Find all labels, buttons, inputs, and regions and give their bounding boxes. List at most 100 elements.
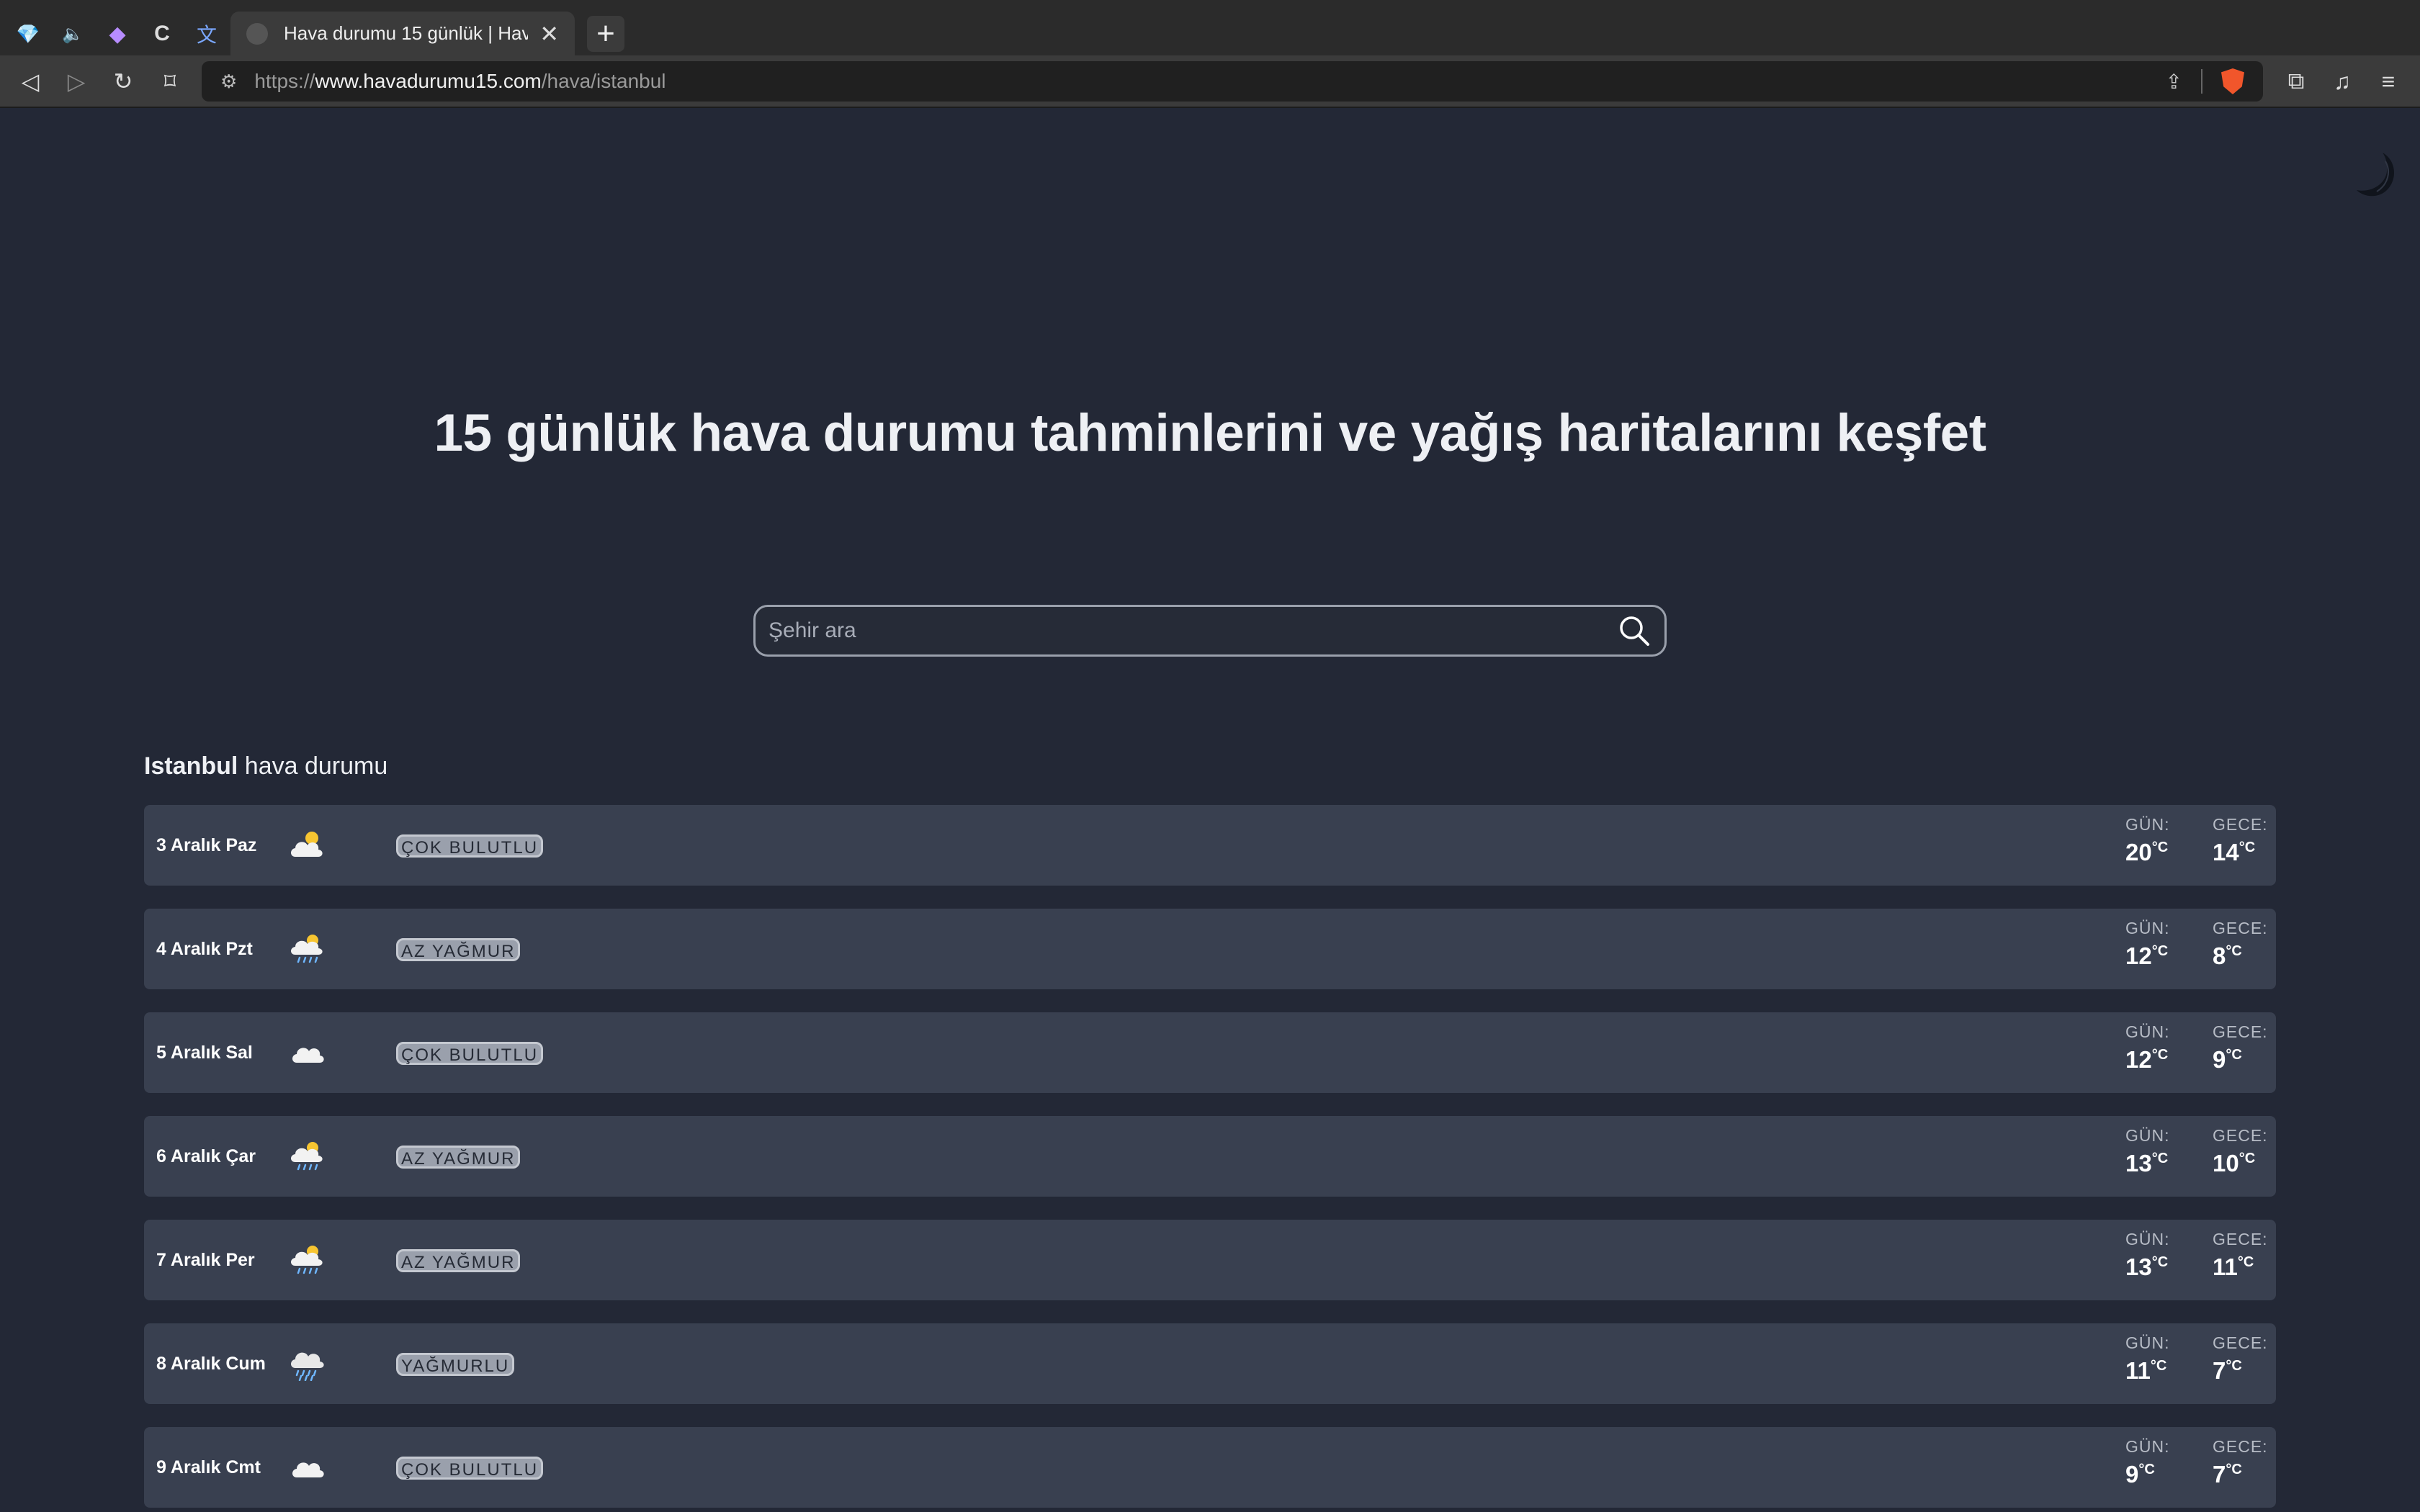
night-temp-value: 14°C [2213,839,2277,866]
day-temp-number: 12 [2125,1046,2152,1073]
day-temperature: GÜN: 13°C [2125,1126,2190,1177]
night-temp-label: GECE: [2213,1437,2268,1456]
night-temperature: GECE: 10°C [2213,1126,2277,1177]
pinned-tab-c[interactable]: C [143,14,182,53]
night-temp-value: 10°C [2213,1150,2277,1177]
forecast-day-row[interactable]: 8 Aralık Cum YAĞMURLU GÜN: 11°C GECE: 7°C [144,1323,2276,1404]
night-temp-label: GECE: [2213,919,2268,937]
night-temperature: GECE: 7°C [2213,1333,2277,1385]
music-note-icon: ♫ [2334,68,2351,94]
menu-button[interactable]: ≡ [2370,63,2407,100]
sun-rain-cloud-icon [288,1243,327,1277]
night-temp-label: GECE: [2213,1126,2268,1145]
theme-moon-icon[interactable] [2354,150,2400,200]
day-temperature: GÜN: 12°C [2125,1022,2190,1074]
forward-button[interactable]: ▷ [58,63,95,100]
pinned-tab-audio[interactable]: 🔈 [53,14,92,53]
temp-unit: °C [2238,840,2256,855]
temp-unit: °C [2151,943,2169,959]
pinned-tab-app[interactable]: ◆ [98,14,137,53]
night-temperature: GECE: 9°C [2213,1022,2277,1074]
day-date: 8 Aralık Cum [156,1354,266,1374]
city-heading: Istanbul hava durumu [144,752,387,780]
day-temp-value: 20°C [2125,839,2190,866]
search-input[interactable] [768,618,1617,643]
night-temp-label: GECE: [2213,1022,2268,1041]
day-temperature: GÜN: 20°C [2125,815,2190,866]
temp-unit: °C [2150,1358,2167,1374]
media-button[interactable]: ♫ [2323,63,2361,100]
night-temp-number: 9 [2213,1046,2226,1073]
diamond-icon: 💎 [16,22,40,45]
condition-badge: ÇOK BULUTLU [396,834,544,858]
temp-unit: °C [2226,943,2242,959]
day-temperature: GÜN: 11°C [2125,1333,2190,1385]
condition-badge: YAĞMURLU [396,1353,515,1376]
night-temp-value: 7°C [2213,1357,2277,1385]
tab-bar: 💎 🔈 ◆ C 文 Hava durumu 15 günlük | Hava ✕… [0,0,2420,55]
url-text[interactable]: https://www.havadurumu15.com/hava/istanb… [254,70,2165,93]
extensions-button[interactable]: ⧉ [2277,63,2315,100]
night-temp-value: 7°C [2213,1461,2277,1488]
temp-unit: °C [2138,1462,2155,1477]
day-date: 7 Aralık Per [156,1250,255,1270]
bookmark-button[interactable]: ⌑ [151,63,189,100]
day-temp-number: 20 [2125,839,2152,865]
browser-toolbar: ◁ ▷ ↻ ⌑ ⚙ https://www.havadurumu15.com/h… [0,55,2420,108]
back-button[interactable]: ◁ [12,63,49,100]
pinned-tab-diamond[interactable]: 💎 [9,14,48,53]
night-temperature: GECE: 14°C [2213,815,2277,866]
day-temp-number: 9 [2125,1461,2139,1488]
day-date: 5 Aralık Sal [156,1043,253,1063]
active-tab[interactable]: Hava durumu 15 günlük | Hava ✕ [230,12,575,55]
condition-badge: ÇOK BULUTLU [396,1042,544,1065]
temp-unit: °C [2226,1358,2242,1374]
site-info-icon[interactable]: ⚙ [220,71,237,93]
night-temp-value: 8°C [2213,942,2277,970]
bookmark-icon: ⌑ [163,68,176,94]
url-path: /hava/istanbul [541,70,666,92]
forecast-day-row[interactable]: 9 Aralık Cmt ÇOK BULUTLU GÜN: 9°C GECE: 7°C [144,1427,2276,1508]
forward-icon: ▷ [67,68,86,94]
forecast-day-row[interactable]: 7 Aralık Per AZ YAĞMUR GÜN: 13°C GECE: 11°C [144,1220,2276,1300]
hamburger-menu-icon: ≡ [2381,68,2396,94]
reload-button[interactable]: ↻ [104,63,142,100]
c-letter-icon: C [154,22,170,45]
day-date: 6 Aralık Çar [156,1146,256,1166]
forecast-day-row[interactable]: 6 Aralık Çar AZ YAĞMUR GÜN: 13 °C GECE: 10°C [144,1116,2276,1197]
city-heading-suffix: hava durumu [238,752,388,780]
temp-unit: °C [2238,1151,2256,1166]
share-icon[interactable]: ⇪ [2166,70,2182,94]
night-temp-value: 11°C [2213,1254,2277,1281]
condition-badge: AZ YAĞMUR [396,938,521,961]
condition-badge: AZ YAĞMUR [396,1146,521,1169]
day-temp-label: GÜN: [2125,1126,2170,1145]
day-temp-value: 13°C [2125,1254,2190,1281]
cloud-icon [288,1035,327,1070]
night-temperature: GECE: 11°C [2213,1230,2277,1281]
translate-icon: 文 [196,24,217,46]
brave-shields-icon[interactable] [2221,68,2244,94]
forecast-day-row[interactable]: 3 Aralık Paz ÇOK BULUTLU GÜN: 20°C GECE: 14°C [144,805,2276,886]
night-temp-number: 11 [2213,1254,2238,1280]
day-temp-label: GÜN: [2125,1230,2170,1248]
forecast-day-row[interactable]: 5 Aralık Sal ÇOK BULUTLU GÜN: 12°C GECE: 9 °C [144,1012,2276,1093]
url-host: www.havadurumu15.com [315,70,542,92]
day-temp-number: 13 [2125,1150,2152,1176]
day-temp-number: 12 [2125,942,2152,969]
day-date: 9 Aralık Cmt [156,1457,261,1477]
pinned-tab-translate[interactable]: 文 [187,14,226,53]
sun-rain-cloud-icon [288,932,327,966]
night-temp-number: 7 [2213,1461,2226,1488]
close-tab-icon[interactable]: ✕ [539,20,559,48]
puzzle-icon: ⧉ [2287,68,2305,94]
address-bar[interactable]: ⚙ https://www.havadurumu15.com/hava/ista… [202,61,2263,102]
night-temp-number: 14 [2213,839,2239,865]
temp-unit: °C [2151,1047,2169,1063]
forecast-day-row[interactable]: 4 Aralık Pzt AZ YAĞMUR GÜN: 12°C GECE: 8°C [144,909,2276,989]
day-temp-label: GÜN: [2125,815,2170,834]
search-icon[interactable] [1617,613,1652,648]
new-tab-button[interactable]: + [587,16,624,52]
day-date: 4 Aralık Pzt [156,939,253,959]
page-title: 15 günlük hava durumu tahminlerini ve ya… [434,404,1986,462]
